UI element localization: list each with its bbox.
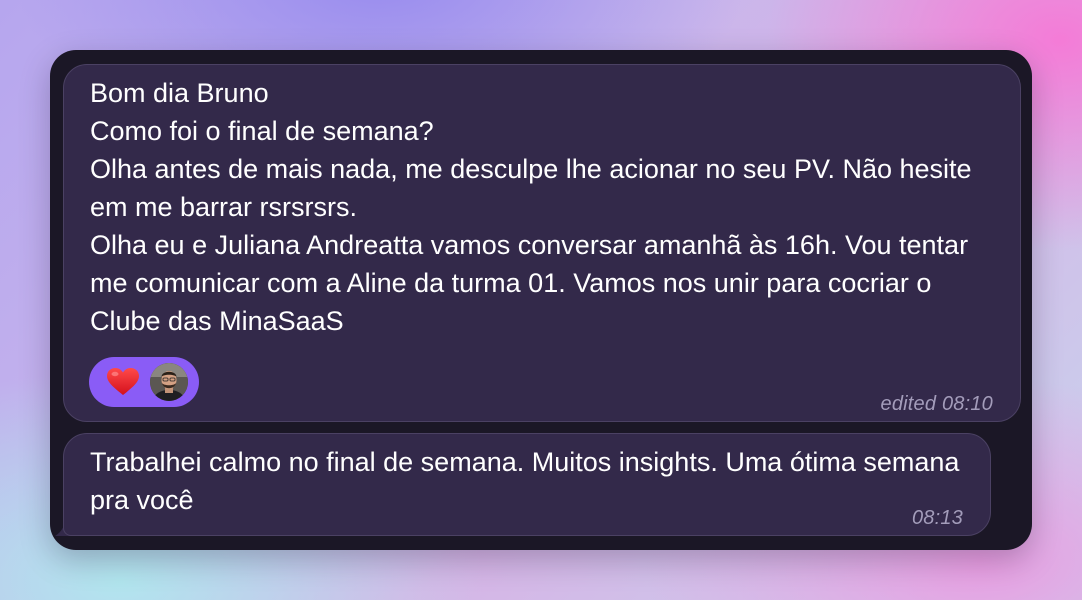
message-bubble[interactable]: Bom dia Bruno Como foi o final de semana?… (63, 64, 1021, 422)
message-line: Olha eu e Juliana Andreatta vamos conver… (90, 230, 976, 336)
person-avatar-icon (150, 363, 188, 401)
message-line: Como foi o final de semana? (90, 116, 434, 146)
red-heart-icon (107, 368, 139, 395)
message-text: Bom dia Bruno Como foi o final de semana?… (90, 74, 1000, 340)
message-timestamp: 08:13 (911, 507, 963, 529)
message-line: Olha antes de mais nada, me desculpe lhe… (90, 154, 980, 222)
chat-panel: Bom dia Bruno Como foi o final de semana?… (50, 50, 1032, 550)
message-bubble[interactable]: Trabalhei calmo no final de semana. Muit… (63, 433, 991, 536)
reactor-avatar[interactable] (150, 363, 188, 401)
message-text: Trabalhei calmo no final de semana. Muit… (90, 443, 970, 519)
message-line: Bom dia Bruno (90, 78, 269, 108)
reaction-pill[interactable] (89, 357, 199, 407)
message-line: Trabalhei calmo no final de semana. Muit… (90, 447, 967, 515)
message-timestamp: edited 08:10 (880, 393, 993, 415)
